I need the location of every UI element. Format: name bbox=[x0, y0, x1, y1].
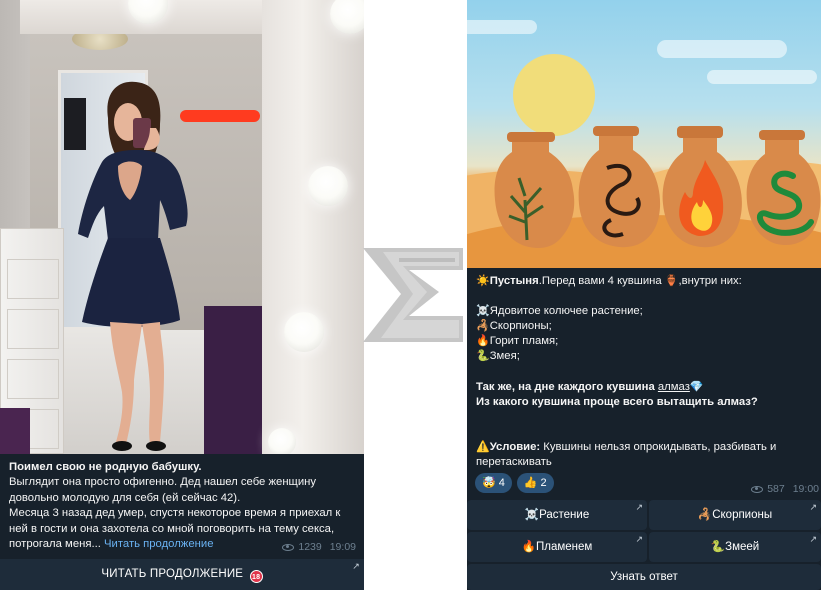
item-fire: 🔥Горит пламя; bbox=[476, 335, 559, 347]
jug-scorpions-icon bbox=[578, 126, 661, 248]
reactions: 🤯 4 👍 2 bbox=[475, 473, 554, 493]
scorpion-icon: 🦂 bbox=[476, 320, 490, 332]
post-time: 19:09 bbox=[329, 541, 356, 553]
jug-fire-icon bbox=[662, 126, 742, 248]
scorpion-icon: 🦂 bbox=[697, 509, 713, 521]
woman-figure bbox=[78, 81, 188, 451]
external-link-arrow-icon: ↗ bbox=[635, 534, 643, 544]
post-paragraph-1: Выглядит она просто офигенно. Дед нашел … bbox=[9, 476, 317, 504]
diamond-link[interactable]: алмаз bbox=[658, 381, 690, 393]
views-count: 1239 bbox=[298, 541, 322, 553]
censor-bar bbox=[180, 110, 260, 122]
right-post: ☀️Пустыня.Перед вами 4 кувшина 🏺,внутри … bbox=[467, 0, 821, 590]
right-post-meta: 587 19:00 bbox=[751, 483, 819, 495]
read-more-link[interactable]: Читать продолжение bbox=[104, 538, 213, 550]
post-time: 19:00 bbox=[792, 483, 819, 495]
condition-line-2: перетаскивать bbox=[476, 456, 552, 468]
question-line: Из какого кувшина проще всего вытащить а… bbox=[476, 396, 758, 408]
item-snake: 🐍Змея; bbox=[476, 350, 520, 362]
read-button-label: ЧИТАТЬ ПРОДОЛЖЕНИЕ bbox=[101, 568, 244, 580]
fire-icon: 🔥 bbox=[521, 541, 536, 553]
mind-blown-icon: 🤯 bbox=[482, 477, 496, 489]
external-link-arrow-icon: ↗ bbox=[352, 561, 360, 571]
views-eye-icon bbox=[751, 485, 764, 493]
left-post-meta: 1239 19:09 bbox=[282, 541, 356, 553]
external-link-arrow-icon: ↗ bbox=[809, 502, 817, 512]
snake-icon: 🐍 bbox=[710, 541, 726, 553]
thumbs-up-icon: 👍 bbox=[523, 477, 538, 489]
intro-line: ☀️Пустыня.Перед вами 4 кувшина 🏺,внутри … bbox=[476, 275, 742, 287]
reaction-mindblown[interactable]: 🤯 4 bbox=[475, 473, 512, 493]
left-post: Поимел свою не родную бабушку. Выглядит … bbox=[0, 0, 364, 590]
external-link-arrow-icon: ↗ bbox=[635, 502, 643, 512]
item-plant: ☠️Ядовитое колючее растение; bbox=[476, 305, 643, 317]
show-answer-button[interactable]: Узнать ответ bbox=[467, 564, 821, 590]
post-title: Поимел свою не родную бабушку. bbox=[9, 461, 202, 473]
sun-emoji-icon: ☀️ bbox=[476, 275, 490, 287]
logo-zigzag-icon bbox=[363, 248, 463, 342]
views-eye-icon bbox=[282, 543, 295, 551]
answer-button-scorpions[interactable]: 🦂Скорпионы ↗ bbox=[649, 500, 821, 530]
diamond-line: Так же, на дне каждого кувшина алмаз💎 bbox=[476, 381, 704, 393]
condition-line: ⚠️Условие: Кувшины нельзя опрокидывать, … bbox=[476, 441, 777, 453]
jug-snake-icon bbox=[746, 130, 821, 246]
external-link-arrow-icon: ↗ bbox=[809, 534, 817, 544]
snake-icon: 🐍 bbox=[476, 350, 490, 362]
reaction-thumbsup[interactable]: 👍 2 bbox=[516, 473, 554, 493]
item-scorpions: 🦂Скорпионы; bbox=[476, 320, 552, 332]
jug-emoji-icon: 🏺 bbox=[664, 275, 679, 287]
post-photo-mirror-selfie[interactable] bbox=[0, 0, 364, 454]
desert-jugs-illustration[interactable] bbox=[467, 0, 821, 268]
answer-button-plant[interactable]: ☠️Растение ↗ bbox=[467, 500, 647, 530]
age-18-icon: 18 bbox=[249, 570, 263, 583]
read-continuation-button[interactable]: ЧИТАТЬ ПРОДОЛЖЕНИЕ 18 ↗ bbox=[0, 559, 364, 590]
skull-icon: ☠️ bbox=[524, 509, 540, 521]
views-count: 587 bbox=[767, 483, 785, 495]
four-jugs bbox=[494, 126, 821, 248]
left-post-caption: Поимел свою не родную бабушку. Выглядит … bbox=[9, 460, 361, 552]
fire-icon: 🔥 bbox=[476, 335, 490, 347]
diamond-icon: 💎 bbox=[689, 381, 704, 393]
warning-icon: ⚠️ bbox=[476, 441, 490, 453]
answer-button-fire[interactable]: 🔥Пламенем ↗ bbox=[467, 532, 647, 562]
jug-plant-icon bbox=[494, 132, 575, 248]
skull-icon: ☠️ bbox=[476, 305, 490, 317]
answer-button-snake[interactable]: 🐍Змеей ↗ bbox=[649, 532, 821, 562]
